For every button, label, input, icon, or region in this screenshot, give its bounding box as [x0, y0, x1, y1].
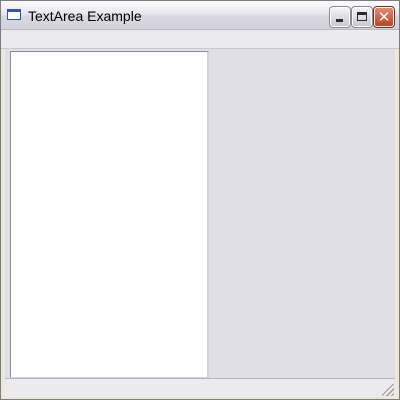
maximize-icon [357, 12, 367, 21]
close-button[interactable]: ✕ [373, 6, 395, 28]
window-title: TextArea Example [28, 8, 142, 24]
minimize-icon [336, 19, 343, 22]
application-window: TextArea Example ✕ [0, 0, 400, 400]
menu-bar [1, 30, 399, 49]
window-icon [7, 9, 21, 20]
text-area[interactable] [10, 51, 209, 378]
close-icon: ✕ [377, 8, 391, 26]
status-bar [5, 378, 395, 397]
content-panel [5, 49, 395, 378]
title-bar[interactable]: TextArea Example ✕ [1, 1, 399, 30]
maximize-button[interactable] [351, 6, 373, 28]
resize-grip-icon[interactable] [382, 384, 394, 396]
minimize-button[interactable] [329, 6, 351, 28]
